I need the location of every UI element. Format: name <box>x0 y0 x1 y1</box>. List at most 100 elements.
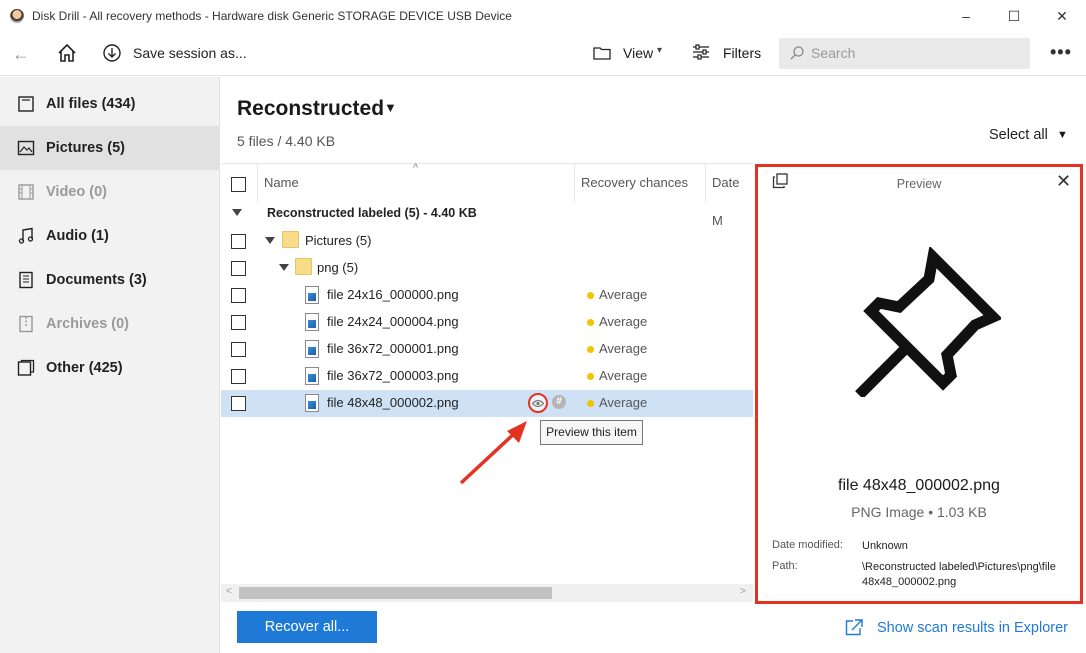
other-icon <box>17 359 35 376</box>
documents-icon <box>19 271 33 289</box>
folder-icon <box>282 231 299 248</box>
recovery-chance: Average <box>599 341 648 356</box>
sidebar-item-label: Other (425) <box>46 360 123 376</box>
sidebar-item-pictures[interactable]: Pictures (5) <box>0 126 220 170</box>
audio-icon <box>18 227 34 244</box>
table-row[interactable]: file 36x72_000001.png Average <box>221 336 753 363</box>
row-checkbox[interactable] <box>231 342 246 357</box>
chevron-down-icon[interactable]: ▼ <box>1057 129 1068 141</box>
sidebar-item-archives[interactable]: Archives (0) <box>0 302 220 346</box>
preview-title: Preview <box>896 177 942 191</box>
sidebar-item-label: Video (0) <box>46 184 107 200</box>
png-file-icon <box>305 394 319 412</box>
pushpin-icon <box>855 247 1001 397</box>
preview-file-type: PNG Image • 1.03 KB <box>851 504 987 520</box>
sidebar-item-video[interactable]: Video (0) <box>0 170 220 214</box>
file-summary: 5 files / 4.40 KB <box>237 133 336 149</box>
save-session-icon[interactable] <box>101 42 123 64</box>
sort-ascending-icon: ^ <box>413 162 419 174</box>
sidebar-item-other[interactable]: Other (425) <box>0 346 220 390</box>
search-box[interactable] <box>779 38 1030 69</box>
column-header-date-modified[interactable]: Date M <box>712 164 753 228</box>
save-session-button[interactable]: Save session as... <box>133 45 247 61</box>
preview-eye-button[interactable] <box>528 393 548 413</box>
row-checkbox[interactable] <box>231 234 246 249</box>
view-menu-button[interactable]: View <box>623 45 653 61</box>
page-title[interactable]: Reconstructed <box>237 97 384 121</box>
file-name: file 24x24_000004.png <box>327 314 459 329</box>
close-window-button[interactable]: ✕ <box>1038 0 1086 32</box>
filters-button[interactable]: Filters <box>723 45 761 61</box>
scrollbar-thumb[interactable] <box>239 587 552 599</box>
folder-row[interactable]: png (5) <box>221 255 753 282</box>
filters-icon[interactable] <box>692 43 710 61</box>
search-input[interactable] <box>811 43 1021 63</box>
file-name: file 36x72_000001.png <box>327 341 459 356</box>
table-row[interactable]: file 36x72_000003.png Average <box>221 363 753 390</box>
row-checkbox[interactable] <box>231 261 246 276</box>
all-files-icon <box>18 96 34 112</box>
row-checkbox[interactable] <box>231 315 246 330</box>
file-name: file 24x16_000000.png <box>327 287 459 302</box>
eye-icon <box>532 399 544 407</box>
table-row[interactable]: file 24x16_000000.png Average <box>221 282 753 309</box>
collapse-icon[interactable] <box>232 209 242 216</box>
back-arrow-icon[interactable]: ← <box>12 43 34 65</box>
group-label: Reconstructed labeled (5) - 4.40 KB <box>267 206 477 220</box>
sidebar-item-label: All files (434) <box>46 96 136 112</box>
path-value: \Reconstructed labeled\Pictures\png\file… <box>862 561 1056 588</box>
row-checkbox[interactable] <box>231 396 246 411</box>
sidebar: All files (434) Pictures (5) Video (0) A… <box>0 77 220 653</box>
folder-view-icon[interactable] <box>593 44 611 62</box>
png-file-icon <box>305 313 319 331</box>
collapse-icon[interactable] <box>279 264 289 271</box>
show-in-explorer-link[interactable]: Show scan results in Explorer <box>845 619 1068 636</box>
disk-drill-logo-icon <box>10 9 24 23</box>
sidebar-item-all-files[interactable]: All files (434) <box>0 82 220 126</box>
file-name: file 36x72_000003.png <box>327 368 459 383</box>
tooltip: Preview this item <box>540 420 643 445</box>
recovery-chance: Average <box>599 368 648 383</box>
select-all-button[interactable]: Select all <box>989 127 1048 143</box>
toolbar: ← Save session as... View ▾ Filters ••• <box>0 32 1086 76</box>
table-row-selected[interactable]: file 48x48_000002.png # Average <box>221 390 753 417</box>
date-modified-value: Unknown <box>862 540 908 552</box>
more-options-icon[interactable]: ••• <box>1050 42 1072 63</box>
chevron-down-icon[interactable]: ▾ <box>657 45 662 56</box>
recovery-chance: Average <box>599 314 648 329</box>
group-row[interactable]: Reconstructed labeled (5) - 4.40 KB <box>221 201 753 228</box>
recovery-chance-dot <box>587 346 594 353</box>
date-modified-label: Date modified: <box>772 539 843 551</box>
minimize-button[interactable]: – <box>942 0 990 32</box>
png-file-icon <box>305 340 319 358</box>
close-preview-icon[interactable]: ✕ <box>1056 171 1071 192</box>
sidebar-item-audio[interactable]: Audio (1) <box>0 214 220 258</box>
scroll-left-icon[interactable]: < <box>226 586 232 597</box>
scroll-right-icon[interactable]: > <box>740 586 746 597</box>
recovery-chance-dot <box>587 319 594 326</box>
recovery-chance: Average <box>599 395 648 410</box>
collapse-icon[interactable] <box>265 237 275 244</box>
column-header-recovery-chances[interactable]: Recovery chances <box>581 164 688 202</box>
row-checkbox[interactable] <box>231 369 246 384</box>
checksum-button[interactable]: # <box>552 395 566 409</box>
column-header-name[interactable]: Name <box>264 164 299 202</box>
file-name: file 48x48_000002.png <box>327 395 459 410</box>
annotation-arrow-icon <box>459 421 527 485</box>
chevron-down-icon[interactable]: ▼ <box>384 100 397 115</box>
sidebar-item-documents[interactable]: Documents (3) <box>0 258 220 302</box>
select-all-checkbox[interactable] <box>231 177 246 192</box>
folder-row[interactable]: Pictures (5) <box>221 228 753 255</box>
pictures-icon <box>17 140 35 156</box>
home-icon[interactable] <box>56 42 78 64</box>
maximize-button[interactable]: ☐ <box>990 0 1038 32</box>
table-header: ^ Name Recovery chances Date M <box>221 162 753 228</box>
window-title: Disk Drill - All recovery methods - Hard… <box>32 9 512 23</box>
recover-all-button[interactable]: Recover all... <box>237 611 377 643</box>
table-row[interactable]: file 24x24_000004.png Average <box>221 309 753 336</box>
horizontal-scrollbar[interactable]: < > <box>221 584 753 602</box>
external-link-icon <box>845 619 863 636</box>
row-checkbox[interactable] <box>231 288 246 303</box>
search-icon <box>790 46 804 60</box>
preview-panel: Preview ✕ file 48x48_000002.png PNG Imag… <box>755 164 1083 604</box>
